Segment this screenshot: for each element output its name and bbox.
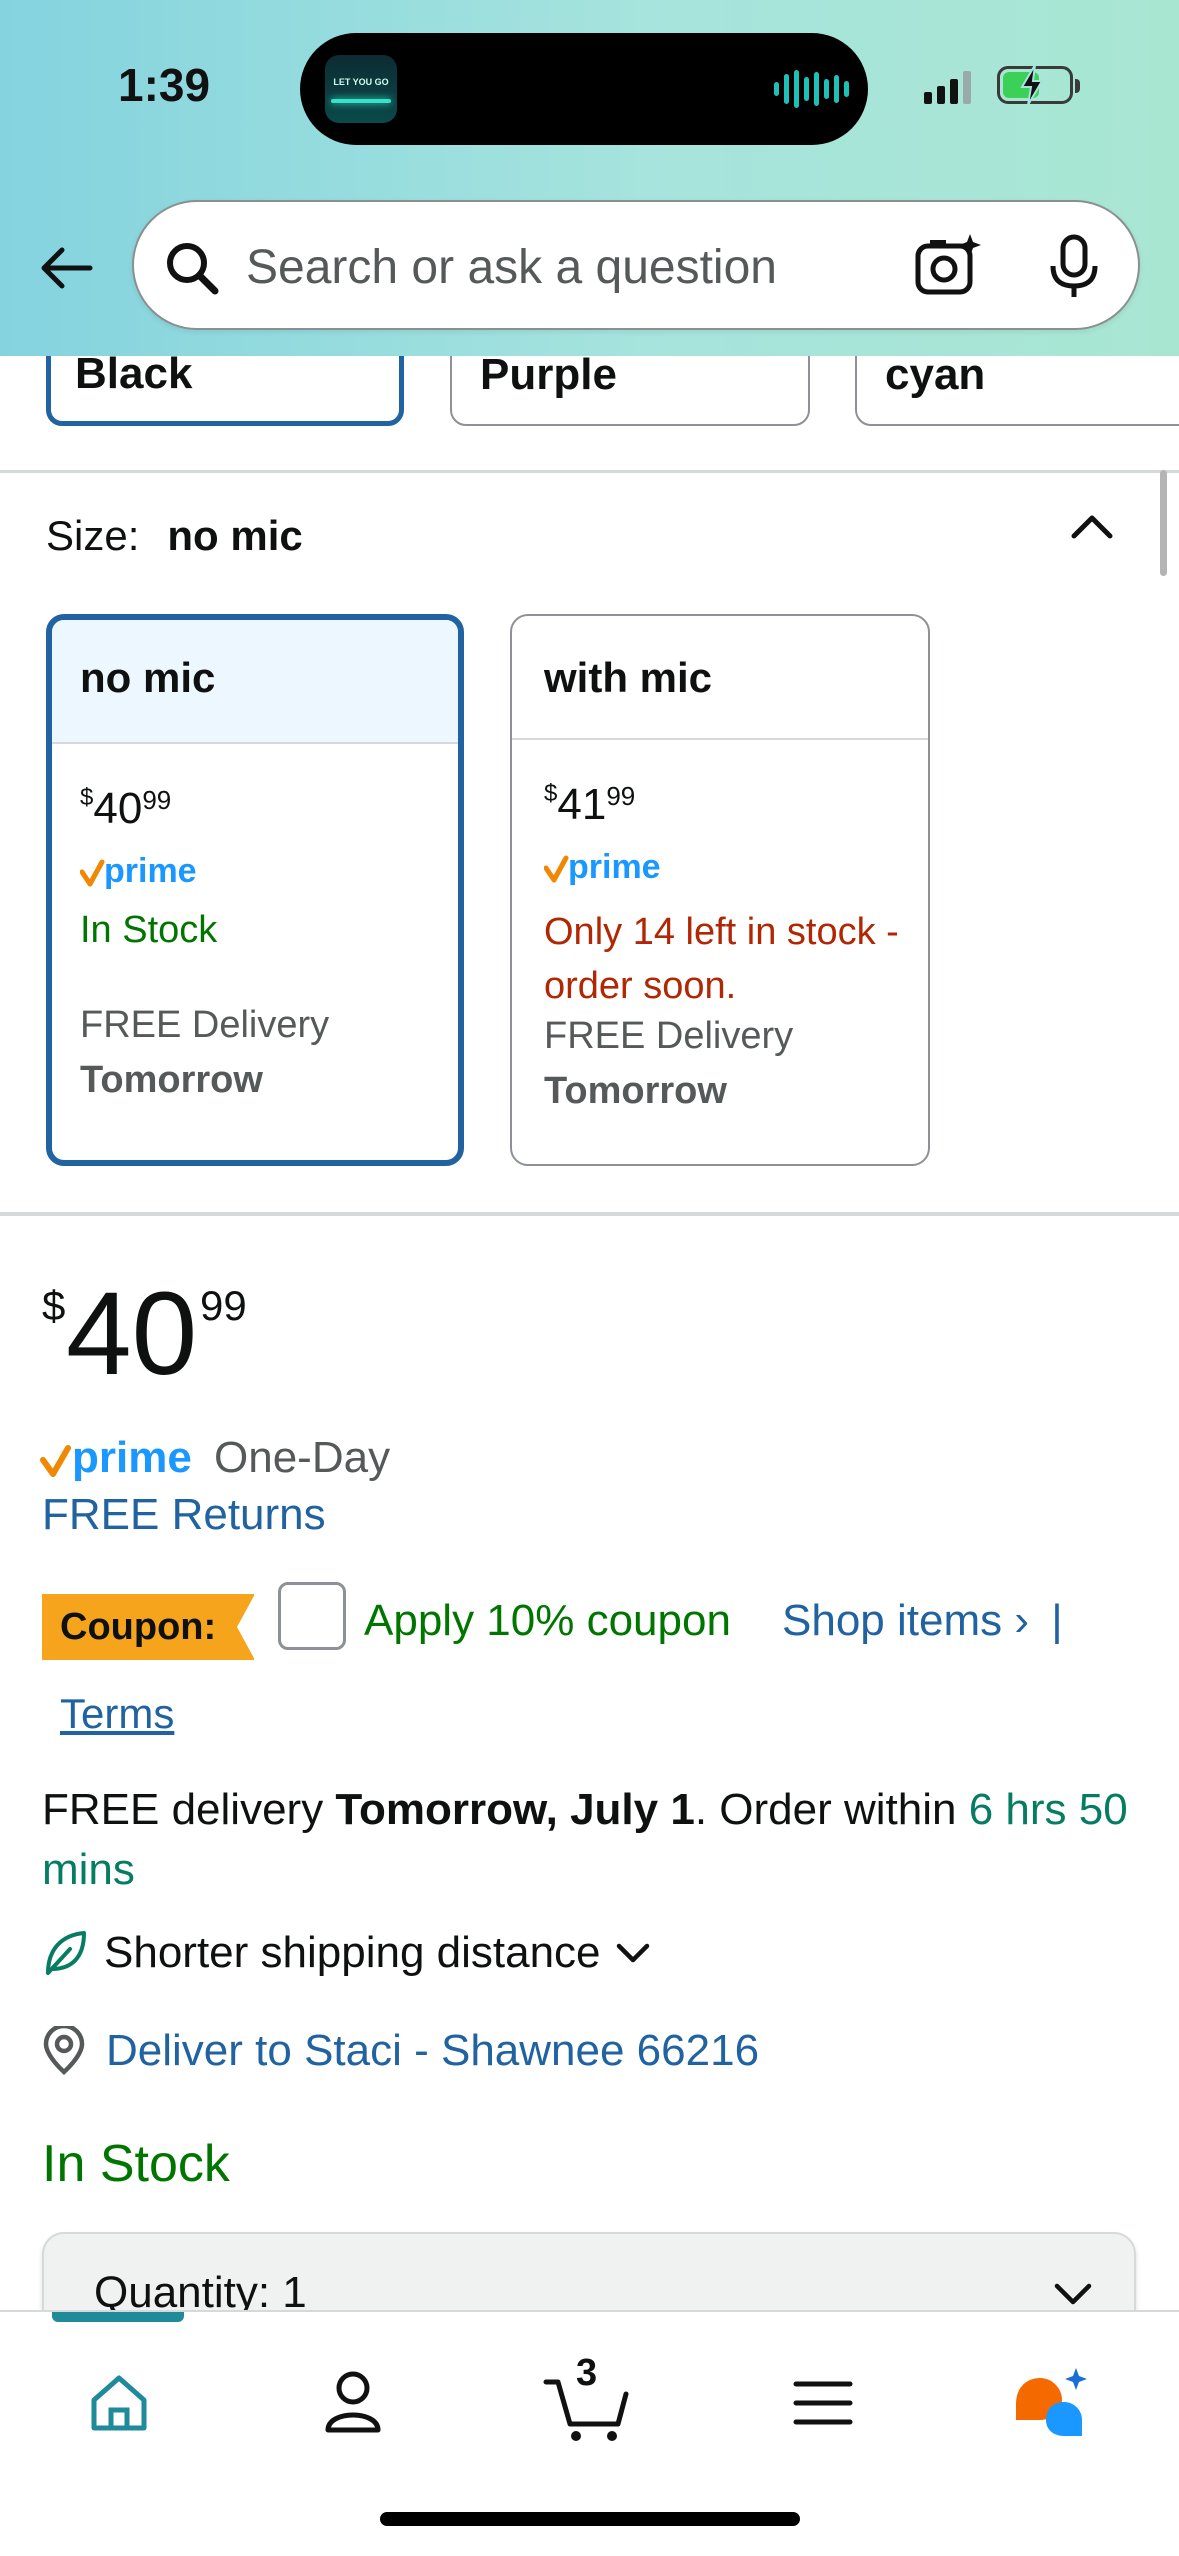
dynamic-island[interactable]: LET YOU GO xyxy=(300,33,868,145)
search-bar[interactable]: Search or ask a question xyxy=(132,200,1140,330)
shop-items-link[interactable]: Shop items › | xyxy=(782,1596,1063,1646)
size-option-with-mic[interactable]: with mic $4199 prime Only 14 left in sto… xyxy=(510,614,930,1166)
size-selected-value: no mic xyxy=(167,512,303,559)
cellular-signal-icon xyxy=(924,70,971,104)
color-option-purple[interactable]: Purple xyxy=(450,356,810,426)
cart-count-badge: 3 xyxy=(576,2352,598,2394)
battery-icon xyxy=(997,64,1080,106)
coupon-badge: Coupon: xyxy=(42,1594,255,1660)
size-option-price: $4199 xyxy=(544,780,636,829)
svg-text:prime: prime xyxy=(568,848,661,886)
size-option-title: no mic xyxy=(52,620,458,744)
leaf-icon xyxy=(46,1931,86,1975)
shorter-shipping-toggle[interactable]: Shorter shipping distance xyxy=(42,1928,651,1978)
scrollbar[interactable] xyxy=(1160,470,1167,576)
color-option-black[interactable]: Black xyxy=(46,356,404,426)
back-arrow-icon[interactable] xyxy=(36,238,96,298)
menu-icon[interactable] xyxy=(778,2358,868,2448)
chevron-down-icon xyxy=(1054,2283,1092,2305)
stock-status: In Stock xyxy=(80,909,218,951)
home-indicator[interactable] xyxy=(380,2512,800,2526)
prime-logo-icon: prime xyxy=(40,1433,192,1482)
now-playing-artwork: LET YOU GO xyxy=(325,55,397,123)
prime-logo-icon: prime xyxy=(543,848,661,886)
apply-coupon-checkbox[interactable] xyxy=(278,1582,346,1650)
stock-status: Only 14 left in stock - order soon. xyxy=(544,911,899,1007)
microphone-icon[interactable] xyxy=(1044,234,1104,300)
audio-waveform-icon xyxy=(774,69,849,109)
chevron-up-icon[interactable] xyxy=(1068,506,1116,546)
status-time: 1:39 xyxy=(118,59,211,111)
size-option-price: $4099 xyxy=(80,784,172,833)
size-option-no-mic[interactable]: no mic $4099 prime In Stock FREE Deliver… xyxy=(46,614,464,1166)
section-divider xyxy=(0,1212,1179,1216)
prime-one-day: prime One-Day xyxy=(40,1428,390,1488)
camera-search-icon[interactable] xyxy=(912,232,984,302)
stock-status: In Stock xyxy=(42,2135,230,2193)
coupon-terms-link[interactable]: Terms xyxy=(60,1690,174,1738)
search-icon xyxy=(167,243,219,295)
delivery-info: FREE Delivery Tomorrow xyxy=(544,1015,794,1112)
home-icon[interactable] xyxy=(74,2358,164,2448)
active-tab-indicator xyxy=(52,2312,184,2322)
prime-logo-icon: prime xyxy=(79,852,197,890)
delivery-message: FREE delivery Tomorrow, July 1. Order wi… xyxy=(42,1785,1128,1894)
apply-coupon-label[interactable]: Apply 10% coupon xyxy=(364,1596,731,1646)
size-option-title: with mic xyxy=(512,616,928,740)
size-selector-label[interactable]: Size: no mic xyxy=(46,512,303,560)
cart-button[interactable]: 3 xyxy=(540,2352,640,2448)
deliver-to-link[interactable]: Deliver to Staci - Shawnee 66216 xyxy=(42,2026,759,2076)
svg-text:prime: prime xyxy=(104,852,197,890)
color-option-cyan[interactable]: cyan xyxy=(855,356,1179,426)
free-returns-link[interactable]: FREE Returns xyxy=(42,1490,326,1540)
chevron-down-icon xyxy=(616,1943,649,1963)
app-header: 1:39 LET YOU GO Search or ask a question xyxy=(0,0,1179,356)
svg-text:prime: prime xyxy=(72,1433,192,1482)
search-input[interactable]: Search or ask a question xyxy=(246,240,777,295)
section-divider xyxy=(0,470,1179,473)
color-options: Black Purple cyan xyxy=(0,356,1179,426)
location-pin-icon xyxy=(43,2026,85,2076)
account-icon[interactable] xyxy=(308,2358,398,2448)
rufus-assistant-icon[interactable] xyxy=(1006,2358,1096,2448)
delivery-info: FREE Delivery Tomorrow xyxy=(80,1004,330,1101)
